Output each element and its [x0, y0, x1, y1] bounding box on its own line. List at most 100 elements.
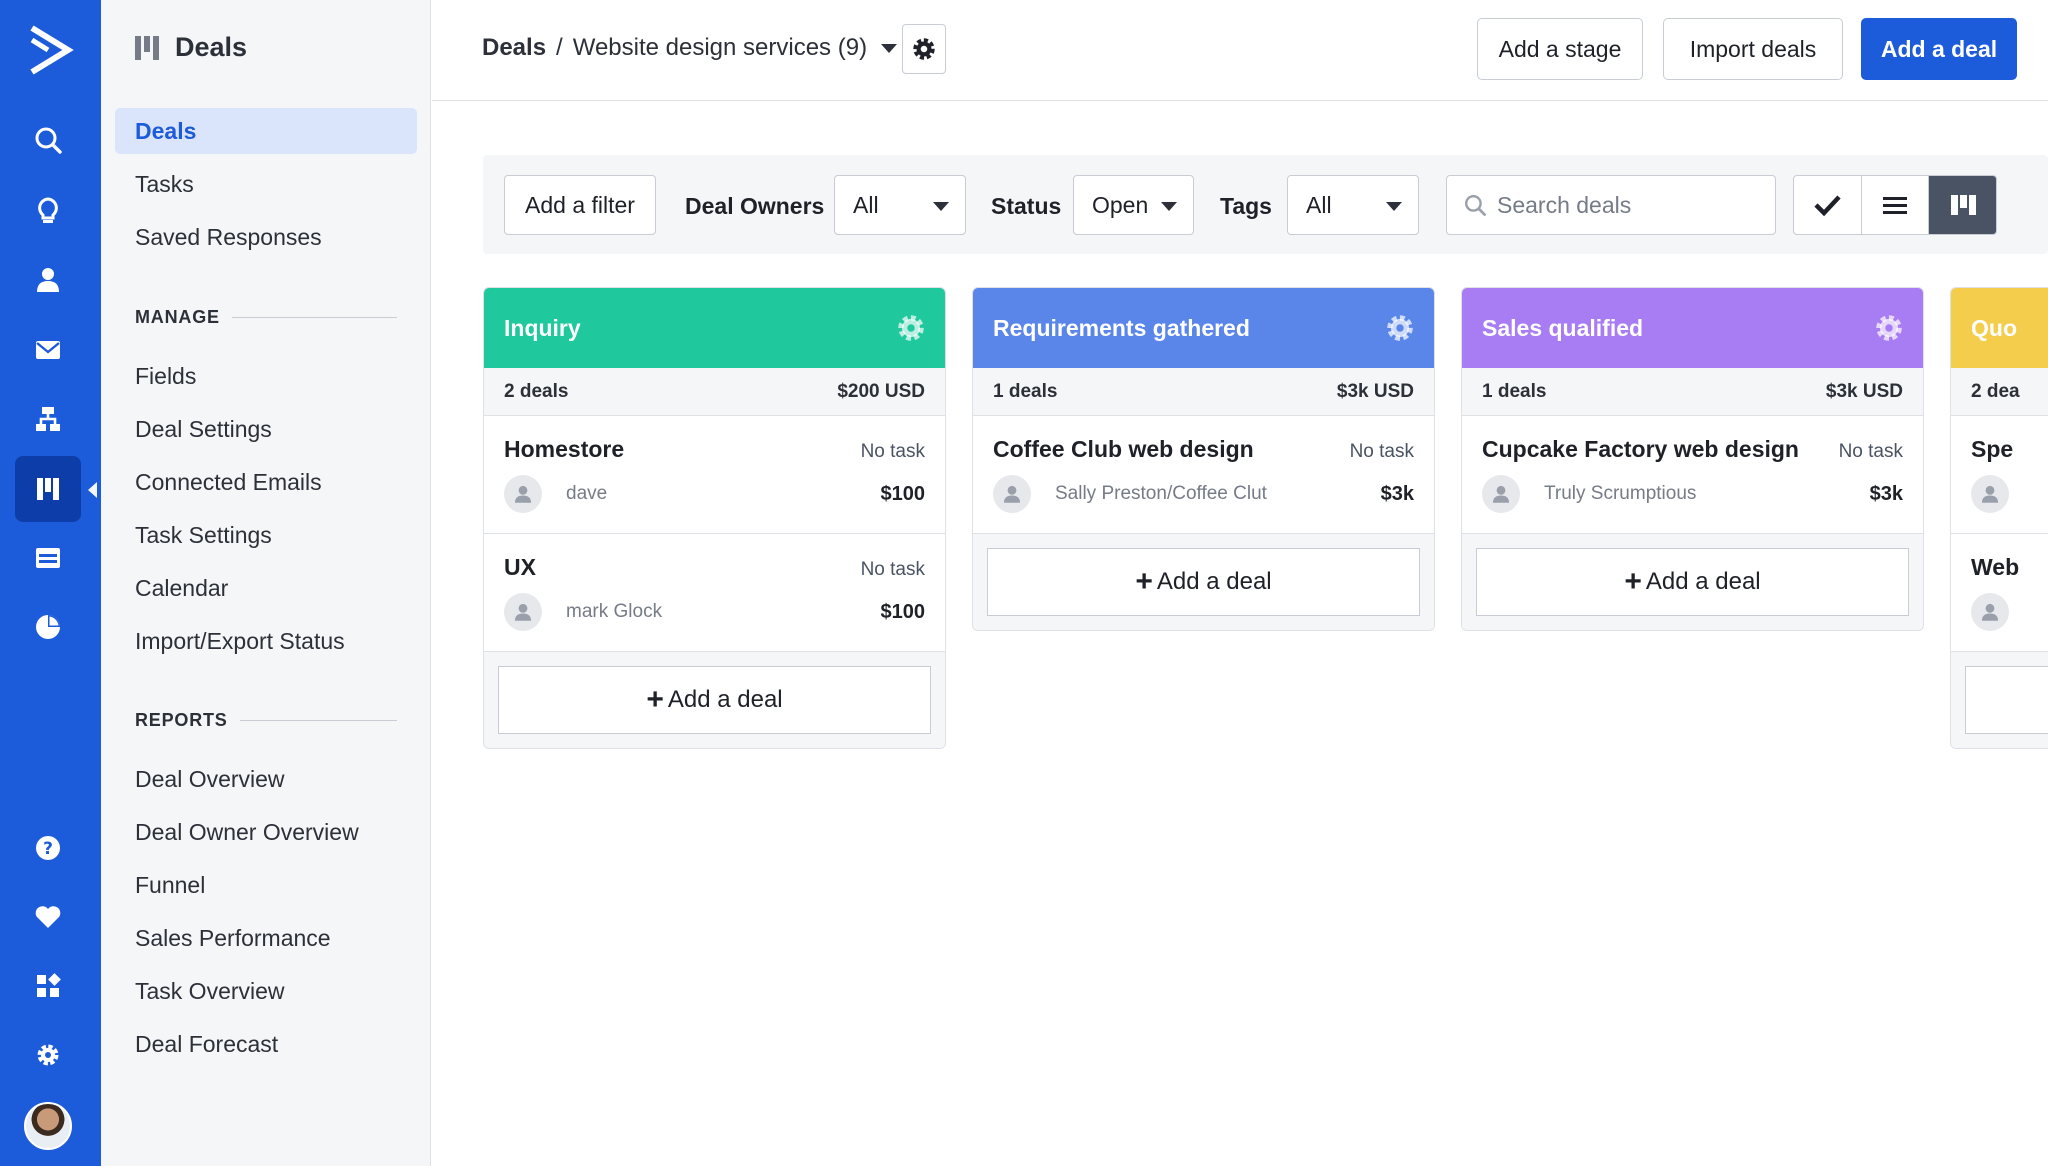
sidebar-item-task-overview[interactable]: Task Overview: [115, 968, 417, 1014]
sidebar-item-saved-responses[interactable]: Saved Responses: [115, 214, 417, 260]
add-deal-button[interactable]: Add a deal: [1861, 18, 2017, 80]
import-deals-button[interactable]: Import deals: [1663, 18, 1843, 80]
stage-summary: 1 deals $3k USD: [1462, 368, 1923, 416]
gear-icon: [913, 38, 935, 60]
sidebar-item-calendar[interactable]: Calendar: [115, 565, 417, 611]
sidebar-item-deal-forecast[interactable]: Deal Forecast: [115, 1021, 417, 1067]
deal-card[interactable]: UX No task mark Glock $100: [484, 534, 945, 652]
activecampaign-logo-icon[interactable]: [22, 20, 78, 80]
pipeline-name[interactable]: Website design services (9): [573, 34, 867, 62]
stage-deal-count: 2 dea: [1971, 380, 2020, 402]
view-mode-toggle: [1793, 175, 1997, 235]
deal-card[interactable]: Spe: [1951, 416, 2048, 534]
left-nav-rail: ?: [0, 0, 101, 1166]
stage-add-deal-button[interactable]: + Add a deal: [1476, 548, 1909, 616]
chevron-down-icon: [1386, 202, 1402, 211]
top-bar: Deals / Website design services (9) Add …: [432, 0, 2048, 101]
deal-task-status: No task: [1349, 441, 1414, 462]
apps-icon[interactable]: [15, 953, 81, 1019]
deal-owners-value: All: [853, 191, 879, 218]
sidebar-item-connected-emails[interactable]: Connected Emails: [115, 459, 417, 505]
stage-add-deal-button[interactable]: [1965, 666, 2048, 734]
pipeline-dropdown-icon[interactable]: [881, 43, 898, 53]
gear-icon[interactable]: [895, 312, 927, 344]
deal-card[interactable]: Web: [1951, 534, 2048, 652]
envelope-icon[interactable]: [15, 317, 81, 383]
tags-select[interactable]: All: [1287, 175, 1419, 235]
deal-card[interactable]: Coffee Club web design No task Sally Pre…: [973, 416, 1434, 534]
person-icon: [1482, 475, 1520, 513]
stage-add-deal-button[interactable]: + Add a deal: [498, 666, 931, 734]
reports-pie-icon[interactable]: [15, 594, 81, 660]
person-icon[interactable]: [15, 247, 81, 313]
lightbulb-icon[interactable]: [15, 178, 81, 244]
sidebar-item-deal-overview[interactable]: Deal Overview: [115, 756, 417, 802]
stage-add-deal-button[interactable]: + Add a deal: [987, 548, 1420, 616]
help-icon[interactable]: ?: [15, 815, 81, 881]
deal-title: Homestore: [504, 436, 625, 462]
stage-column-requirements-gathered: Requirements gathered 1 deals $3k USD Co…: [972, 287, 1435, 631]
deal-value: $100: [880, 482, 926, 505]
stage-column-sales-qualified: Sales qualified 1 deals $3k USD Cupcake …: [1461, 287, 1924, 631]
sidebar-item-deals[interactable]: Deals: [115, 108, 417, 154]
heart-icon[interactable]: [15, 884, 81, 950]
sidebar-title: Deals: [175, 32, 248, 62]
kanban-icon: [1950, 195, 1976, 215]
status-select[interactable]: Open: [1073, 175, 1194, 235]
person-icon: [1971, 593, 2009, 631]
view-list-button[interactable]: [1862, 176, 1930, 234]
kanban-board: Inquiry 2 deals $200 USD Homestore No ta…: [483, 287, 2048, 1166]
deal-card[interactable]: Homestore No task dave $100: [484, 416, 945, 534]
site-icon[interactable]: [15, 525, 81, 591]
search-deals-field[interactable]: [1446, 175, 1776, 235]
search-deals-input[interactable]: [1497, 191, 1757, 219]
sidebar-item-task-settings[interactable]: Task Settings: [115, 512, 417, 558]
tags-label: Tags: [1220, 193, 1272, 219]
stage-name: Requirements gathered: [993, 314, 1250, 341]
user-avatar[interactable]: [24, 1102, 72, 1150]
plus-icon: +: [646, 683, 664, 716]
deal-task-status: No task: [1838, 441, 1903, 462]
sidebar-item-deal-owner-overview[interactable]: Deal Owner Overview: [115, 809, 417, 855]
deals-sidebar: Deals Deals Tasks Saved Responses MANAGE…: [101, 0, 431, 1166]
stage-header: Requirements gathered: [973, 288, 1434, 368]
stage-name: Inquiry: [504, 314, 581, 341]
view-tasks-button[interactable]: [1794, 176, 1862, 234]
stage-name: Sales qualified: [1482, 314, 1644, 341]
plus-icon: +: [1624, 565, 1642, 598]
search-icon[interactable]: [15, 107, 81, 173]
sidebar-item-deal-settings[interactable]: Deal Settings: [115, 406, 417, 452]
gear-icon[interactable]: [1384, 312, 1416, 344]
deal-owners-select[interactable]: All: [834, 175, 966, 235]
add-deal-label: Add a deal: [1645, 568, 1761, 595]
deal-title: Coffee Club web design: [993, 436, 1254, 462]
deals-pipeline-icon[interactable]: [15, 456, 97, 522]
deal-title: Cupcake Factory web design: [1482, 436, 1799, 462]
deal-value: $3k: [1380, 482, 1414, 505]
section-heading-manage: MANAGE: [135, 307, 397, 328]
sidebar-item-fields[interactable]: Fields: [115, 353, 417, 399]
tags-value: All: [1306, 191, 1332, 218]
breadcrumb-root[interactable]: Deals: [482, 34, 546, 62]
stage-header: Quo: [1951, 288, 2048, 368]
sidebar-item-tasks[interactable]: Tasks: [115, 161, 417, 207]
section-heading-reports: REPORTS: [135, 710, 397, 731]
add-deal-label: Add a deal: [1156, 568, 1272, 595]
sidebar-item-sales-performance[interactable]: Sales Performance: [115, 915, 417, 961]
sidebar-item-funnel[interactable]: Funnel: [115, 862, 417, 908]
automation-icon[interactable]: [15, 386, 81, 452]
add-filter-button[interactable]: Add a filter: [504, 175, 656, 235]
pipeline-settings-button[interactable]: [902, 24, 946, 74]
view-kanban-button[interactable]: [1929, 176, 1996, 234]
deal-card[interactable]: Cupcake Factory web design No task Truly…: [1462, 416, 1923, 534]
chevron-down-icon: [933, 202, 949, 211]
gear-icon[interactable]: [1873, 312, 1905, 344]
filter-bar: Add a filter Deal Owners All Status Open…: [483, 155, 2048, 254]
settings-icon[interactable]: [15, 1022, 81, 1088]
add-stage-button[interactable]: Add a stage: [1477, 18, 1643, 80]
list-icon: [1883, 197, 1907, 214]
sidebar-item-import-export-status[interactable]: Import/Export Status: [115, 618, 417, 664]
deal-owner: Truly Scrumptious: [1544, 483, 1697, 504]
deal-value: $100: [880, 600, 926, 623]
deal-title: Spe: [1971, 436, 2014, 462]
